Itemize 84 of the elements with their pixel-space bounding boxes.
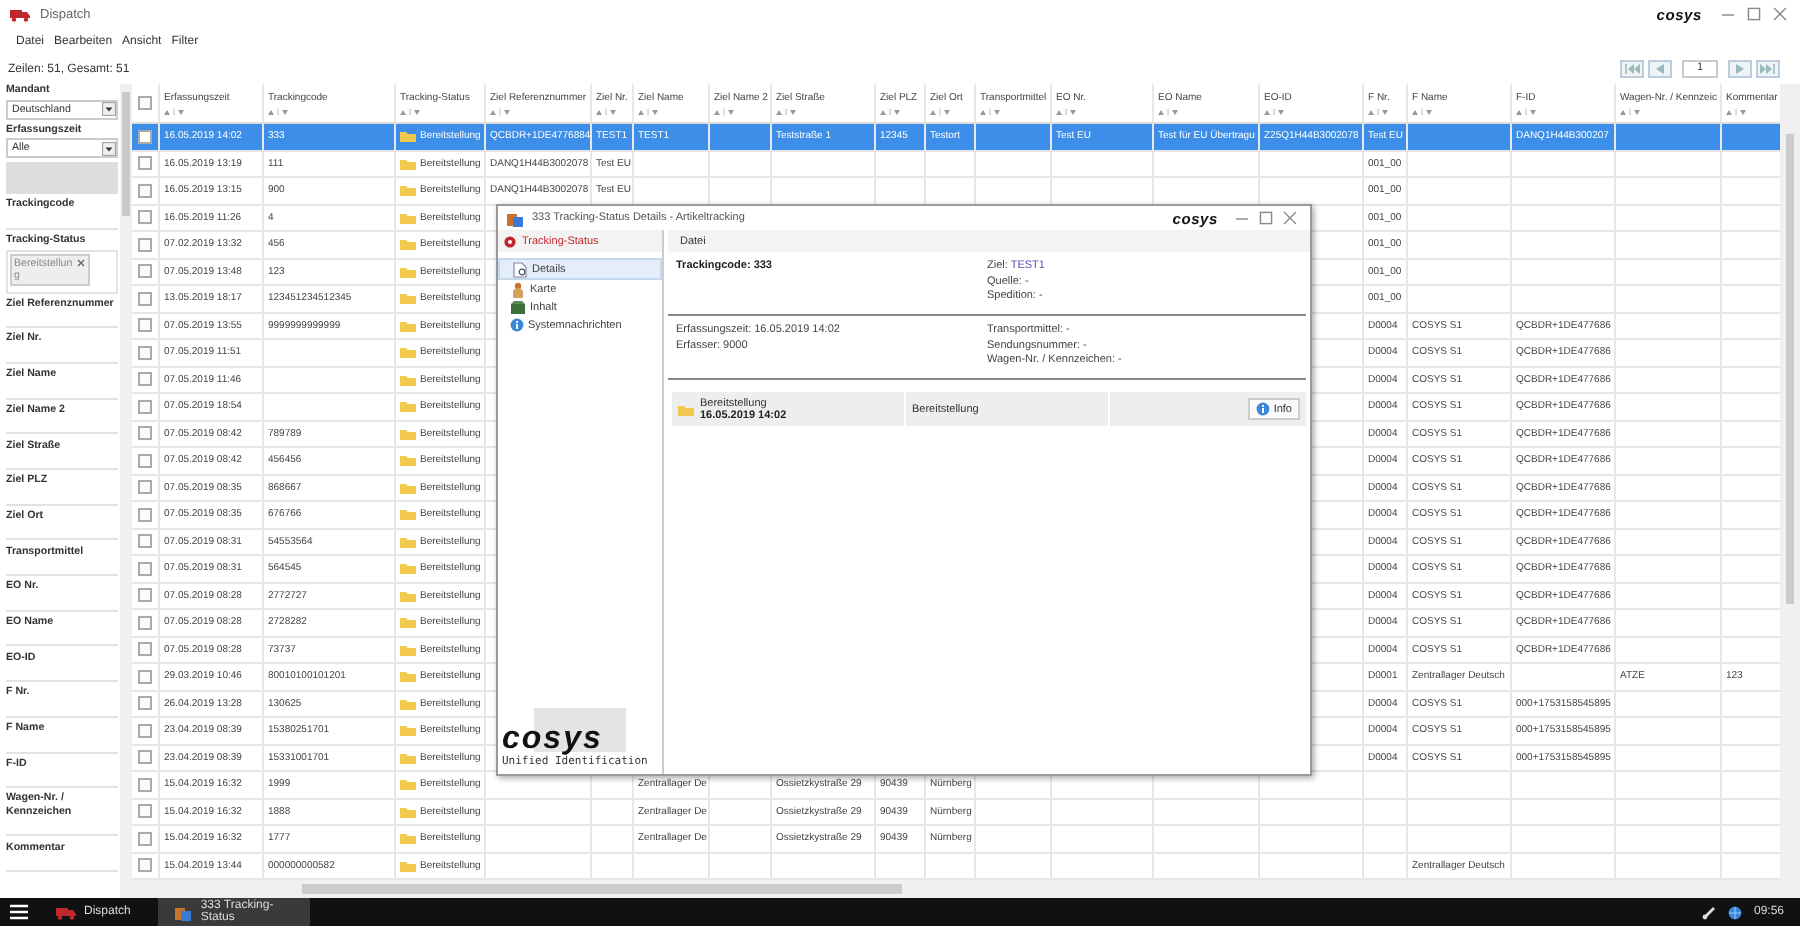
caret-icon[interactable] <box>102 141 116 156</box>
first-page-button[interactable] <box>1620 60 1644 78</box>
sort-icon[interactable] <box>1056 107 1078 115</box>
checkbox[interactable] <box>138 156 152 171</box>
checkbox[interactable] <box>138 399 152 414</box>
remove-icon[interactable] <box>76 257 86 268</box>
sort-icon[interactable] <box>1620 107 1642 115</box>
checkbox[interactable] <box>138 777 152 792</box>
truck-icon <box>56 905 76 919</box>
person-icon <box>510 281 526 297</box>
package-icon <box>506 209 524 227</box>
arrow-icon <box>1760 64 1776 74</box>
sort-icon[interactable] <box>980 107 1002 115</box>
checkbox[interactable] <box>138 480 152 495</box>
sort-icon[interactable] <box>268 107 290 115</box>
scrollbar-thumb[interactable] <box>122 92 130 216</box>
folder-icon <box>678 403 694 415</box>
checkbox[interactable] <box>138 642 152 657</box>
sort-icon[interactable] <box>490 107 512 115</box>
checkbox[interactable] <box>138 669 152 684</box>
sort-icon[interactable] <box>930 107 952 115</box>
truck-icon <box>10 7 30 21</box>
sort-icon[interactable] <box>400 107 422 115</box>
date-range-panel <box>6 162 118 195</box>
sort-icon[interactable] <box>1158 107 1180 115</box>
sort-icon[interactable] <box>1726 107 1748 115</box>
sort-icon[interactable] <box>1368 107 1390 115</box>
scrollbar-thumb[interactable] <box>1786 134 1794 604</box>
checkbox[interactable] <box>138 345 152 360</box>
network-icon[interactable] <box>1701 905 1716 919</box>
checkbox[interactable] <box>138 426 152 441</box>
arrow-icon <box>1652 64 1668 74</box>
arrow-icon <box>1732 64 1748 74</box>
arrow-icon <box>1624 64 1640 74</box>
last-page-button[interactable] <box>1756 60 1780 78</box>
maximize-icon[interactable] <box>1258 210 1274 226</box>
checkbox[interactable] <box>138 291 152 306</box>
close-icon[interactable] <box>1282 210 1298 226</box>
circle-icon <box>504 235 516 247</box>
checkbox[interactable] <box>138 804 152 819</box>
checkbox[interactable] <box>138 237 152 252</box>
checkbox[interactable] <box>138 129 152 144</box>
checkbox[interactable] <box>138 831 152 846</box>
checkbox[interactable] <box>138 96 152 110</box>
info-icon <box>510 318 524 332</box>
checkbox[interactable] <box>138 453 152 468</box>
sort-icon[interactable] <box>880 107 902 115</box>
checkbox[interactable] <box>138 318 152 333</box>
scrollbar[interactable] <box>1780 84 1800 898</box>
sort-icon[interactable] <box>164 107 186 115</box>
menu-icon[interactable] <box>10 904 28 920</box>
sort-icon[interactable] <box>714 107 736 115</box>
sort-icon[interactable] <box>1264 107 1286 115</box>
checkbox[interactable] <box>138 858 152 873</box>
scrollbar-thumb[interactable] <box>302 884 902 894</box>
checkbox[interactable] <box>138 183 152 198</box>
checkbox[interactable] <box>138 750 152 765</box>
logo: cosys <box>502 724 603 756</box>
checkbox[interactable] <box>138 561 152 576</box>
scrollbar[interactable] <box>120 84 132 898</box>
sort-icon[interactable] <box>1412 107 1434 115</box>
close-icon[interactable] <box>1772 6 1788 22</box>
sort-icon[interactable] <box>1516 107 1538 115</box>
sort-icon[interactable] <box>638 107 660 115</box>
checkbox[interactable] <box>138 534 152 549</box>
checkbox[interactable] <box>138 696 152 711</box>
checkbox[interactable] <box>138 507 152 522</box>
checkbox[interactable] <box>138 588 152 603</box>
box-icon <box>510 299 526 315</box>
checkbox[interactable] <box>138 372 152 387</box>
checkbox[interactable] <box>138 210 152 225</box>
next-page-button[interactable] <box>1728 60 1752 78</box>
checkbox[interactable] <box>138 723 152 738</box>
document-icon <box>512 261 528 277</box>
globe-icon[interactable] <box>1727 905 1742 919</box>
previous-page-button[interactable] <box>1648 60 1672 78</box>
caret-icon[interactable] <box>102 102 116 116</box>
package-icon <box>174 903 193 921</box>
sort-icon[interactable] <box>776 107 798 115</box>
checkbox[interactable] <box>138 264 152 279</box>
maximize-icon[interactable] <box>1746 6 1762 22</box>
checkbox[interactable] <box>138 615 152 630</box>
sort-icon[interactable] <box>596 107 618 115</box>
info-icon <box>1255 402 1270 416</box>
